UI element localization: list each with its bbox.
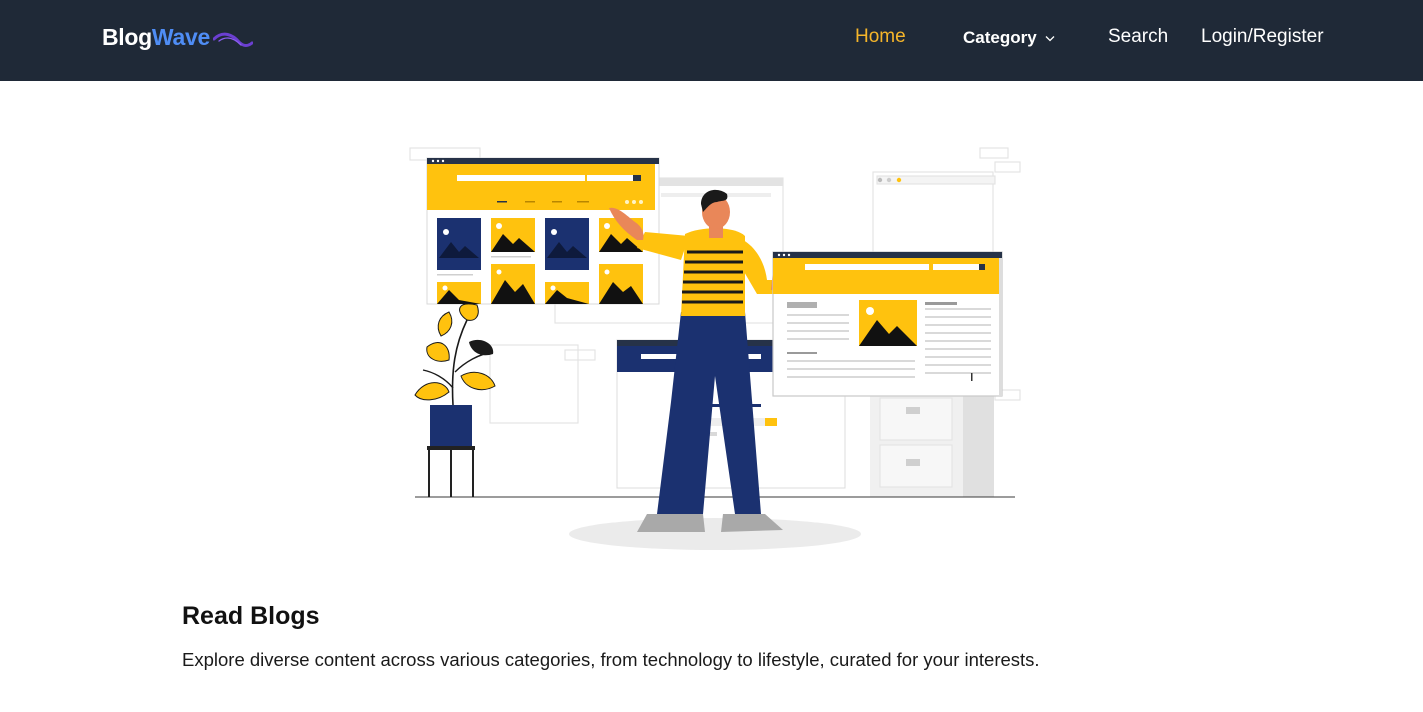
browser-window-blog-grid (426, 157, 660, 305)
potted-plant (414, 303, 496, 497)
nav-search-link[interactable]: Search (1108, 26, 1168, 48)
logo-text-wave: Wave (151, 24, 210, 50)
wave-swoosh-icon (213, 32, 253, 47)
nav-category-label: Category (963, 28, 1037, 47)
section-description: Explore diverse content across various c… (182, 649, 1040, 670)
section-title: Read Blogs (182, 602, 320, 630)
browser-window-article (772, 251, 1003, 397)
brand-logo[interactable]: Blog Wave (102, 24, 253, 56)
navbar: Blog Wave Home Category Search Login/Regi… (0, 0, 1423, 81)
nav-login-register-link[interactable]: Login/Register (1201, 26, 1324, 48)
hero-illustration (409, 147, 1021, 550)
logo-text-blog: Blog (102, 24, 152, 50)
nav-home-link[interactable]: Home (855, 26, 906, 48)
nav-category-dropdown[interactable]: Category (963, 28, 1055, 48)
chevron-down-icon (1045, 35, 1055, 41)
filing-cabinet (870, 390, 994, 497)
